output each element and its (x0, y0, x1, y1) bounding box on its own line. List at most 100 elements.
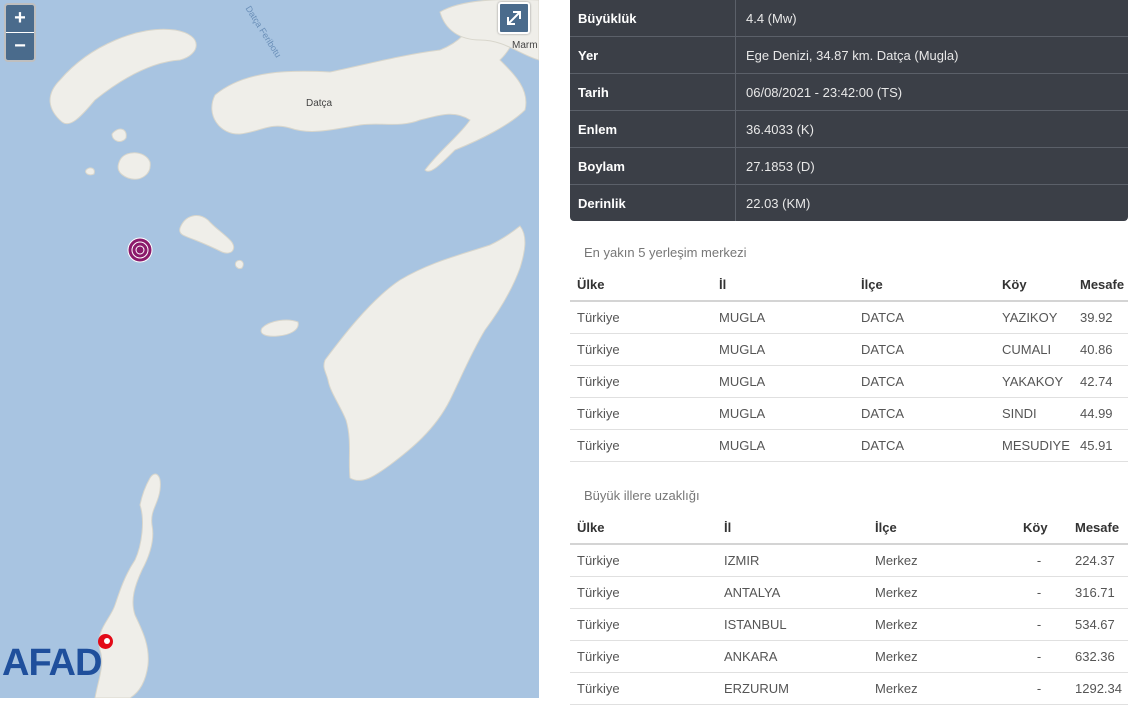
table-cell: ERZURUM (724, 681, 789, 696)
table-cell: DATCA (861, 406, 905, 421)
table-cell: - (1036, 553, 1042, 568)
afad-logo: AFAD (2, 642, 102, 684)
table-cell: 40.86 (1080, 342, 1113, 357)
column-header[interactable]: Ülke (570, 520, 724, 535)
expand-icon (507, 11, 521, 25)
nearest-settlements-table: Ülke İl İlçe Köy Mesafe Türkiye MUGLA DATCA YAZI… (570, 269, 1128, 462)
column-header[interactable]: İlçe (875, 520, 1023, 535)
city-label-datca: Datça (306, 98, 333, 109)
table-row: Türkiye MUGLA DATCA MESUDIYE 45.91 (570, 430, 1128, 462)
column-header[interactable]: Mesafe (1075, 520, 1128, 535)
map-view[interactable]: Datça Marm Datça Feribotu + − AFAD (0, 0, 539, 698)
table-header-row: Ülke İl İlçe Köy Mesafe (570, 269, 1128, 302)
table-row: Türkiye ANTALYA Merkez - 316.71 (570, 577, 1128, 609)
table-cell: 632.36 (1075, 649, 1115, 664)
table-cell: 534.67 (1075, 617, 1115, 632)
table-cell: Türkiye (577, 553, 620, 568)
table-cell: Türkiye (577, 310, 620, 325)
table-row: Türkiye MUGLA DATCA YAKAKOY 42.74 (570, 366, 1128, 398)
table-cell: Türkiye (577, 649, 620, 664)
detail-value: 36.4033 (K) (746, 121, 814, 137)
city-label-marmaris: Marm (512, 40, 538, 51)
table-row: Türkiye MUGLA DATCA CUMALI 40.86 (570, 334, 1128, 366)
table-cell: MUGLA (719, 342, 766, 357)
column-header[interactable]: Köy (1002, 277, 1080, 292)
table-row: Türkiye IZMIR Merkez - 224.37 (570, 545, 1128, 577)
table-cell: DATCA (861, 374, 905, 389)
detail-label: Derinlik (570, 185, 736, 221)
table-cell: Merkez (875, 649, 918, 664)
table-cell: 44.99 (1080, 406, 1113, 421)
table-cell: MUGLA (719, 310, 766, 325)
table-cell: 224.37 (1075, 553, 1115, 568)
map-land (49, 0, 539, 698)
table-cell: - (1036, 681, 1042, 696)
column-header[interactable]: İlçe (861, 277, 1002, 292)
table-cell: Merkez (875, 553, 918, 568)
table-row: Türkiye MUGLA DATCA YAZIKOY 39.92 (570, 302, 1128, 334)
detail-value: 4.4 (Mw) (746, 10, 797, 26)
table-cell: Türkiye (577, 585, 620, 600)
column-header[interactable]: Köy (1023, 520, 1075, 535)
table-row: Türkiye ISTANBUL Merkez - 534.67 (570, 609, 1128, 641)
table-cell: DATCA (861, 438, 905, 453)
detail-row: Derinlik 22.03 (KM) (570, 185, 1128, 221)
table-cell: ANTALYA (724, 585, 781, 600)
table-cell: MUGLA (719, 406, 766, 421)
table-cell: MUGLA (719, 438, 766, 453)
table-cell: Merkez (875, 681, 918, 696)
table-cell: 316.71 (1075, 585, 1115, 600)
table-cell: DATCA (861, 310, 905, 325)
column-header[interactable]: İl (719, 277, 861, 292)
detail-label: Boylam (570, 148, 736, 184)
table-cell: SINDI (1002, 406, 1037, 421)
table-cell: DATCA (861, 342, 905, 357)
table-cell: YAKAKOY (1002, 374, 1064, 389)
table-cell: Türkiye (577, 342, 620, 357)
detail-row: Boylam 27.1853 (D) (570, 148, 1128, 185)
detail-row: Büyüklük 4.4 (Mw) (570, 0, 1128, 37)
table-cell: 1292.34 (1075, 681, 1122, 696)
table-cell: ANKARA (724, 649, 778, 664)
earthquake-details-table: Büyüklük 4.4 (Mw) Yer Ege Denizi, 34.87 km.… (570, 0, 1128, 221)
table-cell: - (1036, 585, 1042, 600)
detail-label: Enlem (570, 111, 736, 147)
nearest-settlements-title: En yakın 5 yerleşim merkezi (584, 245, 747, 260)
table-cell: Türkiye (577, 374, 620, 389)
column-header[interactable]: Ülke (570, 277, 719, 292)
table-cell: - (1036, 649, 1042, 664)
detail-value: 22.03 (KM) (746, 195, 811, 211)
table-header-row: Ülke İl İlçe Köy Mesafe (570, 512, 1128, 545)
detail-row: Tarih 06/08/2021 - 23:42:00 (TS) (570, 74, 1128, 111)
major-cities-table: Ülke İl İlçe Köy Mesafe Türkiye IZMIR Merkez - 22… (570, 512, 1128, 705)
detail-label: Büyüklük (570, 0, 736, 36)
table-row: Türkiye ANKARA Merkez - 632.36 (570, 641, 1128, 673)
column-header[interactable]: İl (724, 520, 875, 535)
fullscreen-button[interactable] (498, 2, 530, 34)
turkish-flag-icon (98, 634, 113, 649)
zoom-in-button[interactable]: + (6, 5, 34, 33)
detail-row: Enlem 36.4033 (K) (570, 111, 1128, 148)
table-cell: MUGLA (719, 374, 766, 389)
table-cell: 45.91 (1080, 438, 1113, 453)
detail-value: 06/08/2021 - 23:42:00 (TS) (746, 84, 903, 100)
table-cell: ISTANBUL (724, 617, 787, 632)
detail-value: 27.1853 (D) (746, 158, 815, 174)
table-cell: Merkez (875, 585, 918, 600)
major-cities-title: Büyük illere uzaklığı (584, 488, 700, 503)
table-cell: Türkiye (577, 617, 620, 632)
zoom-out-button[interactable]: − (6, 33, 34, 60)
table-cell: - (1036, 617, 1042, 632)
table-cell: 39.92 (1080, 310, 1113, 325)
table-cell: Merkez (875, 617, 918, 632)
detail-label: Yer (570, 37, 736, 73)
epicenter-marker-icon[interactable] (126, 236, 154, 264)
table-cell: Türkiye (577, 406, 620, 421)
table-cell: Türkiye (577, 438, 620, 453)
table-cell: 42.74 (1080, 374, 1113, 389)
table-row: Türkiye ERZURUM Merkez - 1292.34 (570, 673, 1128, 705)
table-cell: CUMALI (1002, 342, 1052, 357)
detail-row: Yer Ege Denizi, 34.87 km. Datça (Mugla) (570, 37, 1128, 74)
column-header[interactable]: Mesafe (1080, 277, 1128, 292)
table-cell: YAZIKOY (1002, 310, 1058, 325)
